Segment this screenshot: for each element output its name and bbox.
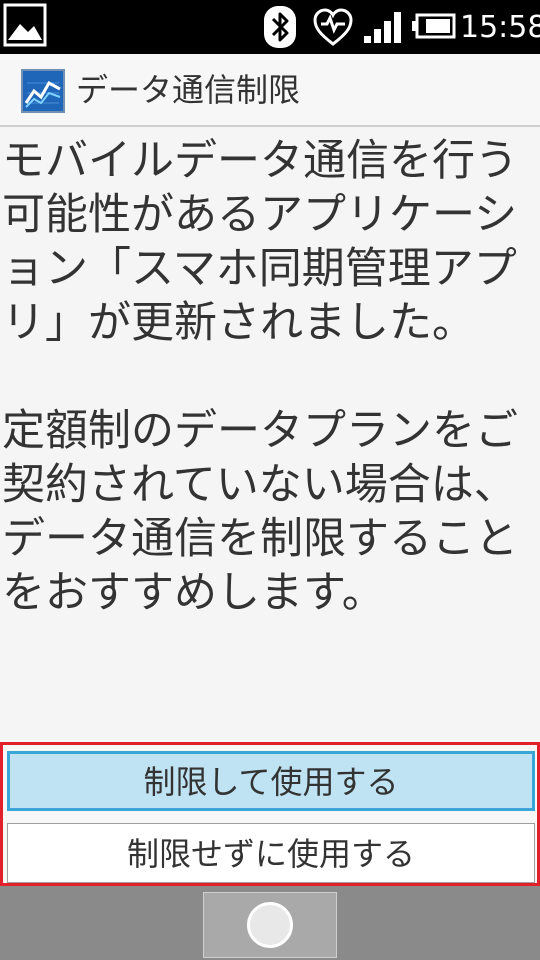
message-paragraph-2: 定額制のデータプランをご 契約されていない場合は、 データ通信を制限すること を…	[2, 406, 518, 618]
message-paragraph-1: モバイルデータ通信を行う 可能性があるアプリケーシ ョン「スマホ同期管理アプ リ…	[2, 136, 518, 348]
home-circle-icon	[247, 902, 293, 948]
page-title: データ通信制限	[76, 71, 301, 109]
use-without-restriction-button[interactable]: 制限せずに使用する	[7, 823, 535, 883]
data-usage-chart-icon	[21, 69, 65, 113]
bluetooth-icon	[264, 6, 296, 48]
home-button[interactable]	[203, 892, 337, 958]
restrict-and-use-button[interactable]: 制限して使用する	[7, 751, 535, 811]
signal-strength-icon	[364, 12, 401, 43]
gallery-notification-icon	[3, 3, 47, 47]
dialog-message: モバイルデータ通信を行う 可能性があるアプリケーシ ョン「スマホ同期管理アプ リ…	[2, 134, 538, 620]
status-bar: 15:58	[0, 0, 540, 54]
button-group: 制限して使用する 制限せずに使用する	[0, 742, 540, 886]
battery-icon	[412, 13, 456, 39]
bottom-navigation	[0, 886, 540, 960]
health-heart-icon	[313, 8, 353, 46]
title-bar: データ通信制限	[0, 54, 540, 126]
title-divider	[0, 125, 540, 127]
clock: 15:58	[460, 10, 540, 45]
